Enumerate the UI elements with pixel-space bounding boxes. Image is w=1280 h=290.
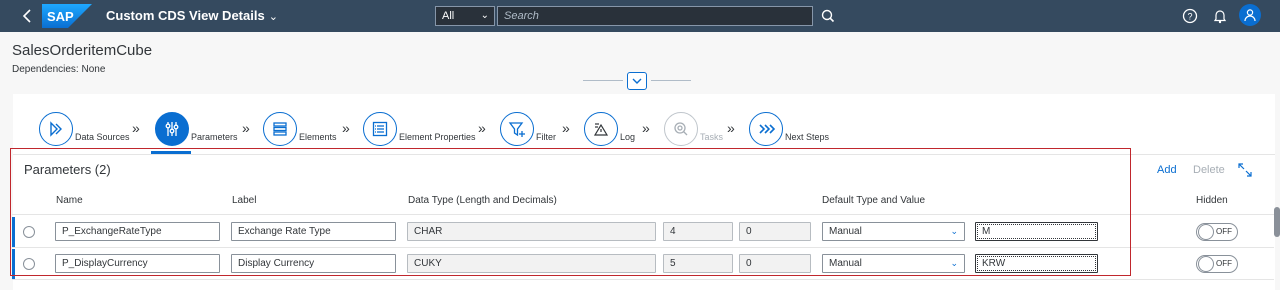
app-title: Custom CDS View Details — [106, 8, 265, 23]
page-title: SalesOrderitemCube — [12, 42, 153, 59]
hidden-switch[interactable]: OFF — [1196, 255, 1238, 273]
chevron-down-icon: ⌄ — [268, 11, 278, 23]
step-parameters[interactable]: Parameters — [155, 106, 238, 146]
step-separator-icon: » — [642, 120, 650, 136]
step-label: Element Properties — [399, 132, 476, 142]
switch-knob — [1198, 224, 1214, 240]
shell-bar: SAP Custom CDS View Details ⌄ All ⌄ Searc… — [0, 0, 1280, 32]
switch-state: OFF — [1216, 259, 1232, 268]
element-properties-icon — [363, 112, 397, 146]
step-label: Filter — [536, 132, 556, 142]
filter-icon — [500, 112, 534, 146]
log-icon — [584, 112, 618, 146]
elements-icon — [263, 112, 297, 146]
step-label: Data Sources — [75, 132, 130, 142]
header-divider-right — [651, 80, 691, 81]
step-next-steps[interactable]: Next Steps — [749, 106, 829, 146]
step-label: Elements — [299, 132, 337, 142]
help-icon[interactable]: ? — [1180, 6, 1200, 26]
chevron-down-icon — [632, 78, 642, 84]
step-label: Log — [620, 132, 636, 142]
step-separator-icon: » — [562, 120, 570, 136]
switch-knob — [1198, 256, 1214, 272]
notifications-icon[interactable] — [1210, 6, 1230, 26]
search-scope-select[interactable]: All ⌄ — [435, 6, 495, 26]
step-label: Parameters — [191, 132, 238, 142]
tasks-icon — [664, 112, 698, 146]
delete-button[interactable]: Delete — [1193, 164, 1225, 176]
data-sources-icon — [39, 112, 73, 146]
app-title-menu[interactable]: Custom CDS View Details ⌄ — [106, 8, 278, 23]
step-tasks[interactable]: Tasks — [664, 106, 723, 146]
user-avatar[interactable] — [1239, 4, 1261, 26]
highlight-box — [10, 148, 1131, 276]
back-icon[interactable] — [18, 6, 38, 26]
step-label: Tasks — [700, 132, 724, 142]
step-filter[interactable]: Filter — [500, 106, 556, 146]
search-input[interactable]: Search — [497, 6, 813, 26]
search-icon[interactable] — [818, 6, 838, 26]
column-header-hidden[interactable]: Hidden — [1196, 195, 1228, 206]
dependencies-text: Dependencies: None — [12, 64, 106, 75]
parameters-icon — [155, 112, 189, 146]
add-button[interactable]: Add — [1157, 164, 1177, 176]
vertical-scrollbar[interactable] — [1274, 207, 1280, 237]
step-log[interactable]: Log — [584, 106, 635, 146]
row-divider — [12, 279, 1274, 280]
search-scope-value: All — [442, 10, 455, 22]
fullscreen-icon[interactable] — [1238, 163, 1252, 177]
step-separator-icon: » — [132, 120, 140, 136]
step-data-sources[interactable]: Data Sources — [39, 106, 130, 146]
sap-logo-text: SAP — [47, 9, 74, 24]
user-icon — [1244, 9, 1256, 22]
sap-logo[interactable]: SAP — [42, 4, 92, 28]
step-separator-icon: » — [727, 120, 735, 136]
switch-state: OFF — [1216, 227, 1232, 236]
collapse-header-button[interactable] — [627, 72, 647, 90]
hidden-switch[interactable]: OFF — [1196, 223, 1238, 241]
step-separator-icon: » — [242, 120, 250, 136]
step-element-properties[interactable]: Element Properties — [363, 106, 476, 146]
wizard-steps: Data Sources » Parameters » Elements » E… — [13, 94, 1275, 154]
step-separator-icon: » — [478, 120, 486, 136]
step-label: Next Steps — [785, 132, 830, 142]
step-separator-icon: » — [342, 120, 350, 136]
next-steps-icon — [749, 112, 783, 146]
search-placeholder: Search — [504, 10, 539, 22]
svg-text:?: ? — [1187, 12, 1192, 22]
header-divider-left — [583, 80, 623, 81]
chevron-down-icon: ⌄ — [480, 10, 489, 21]
step-elements[interactable]: Elements — [263, 106, 337, 146]
